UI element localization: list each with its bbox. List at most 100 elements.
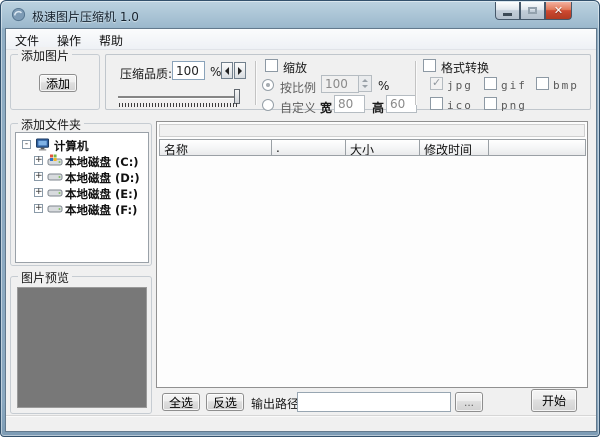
tree-item-label: 本地磁盘 (C:)	[65, 154, 139, 170]
format-bmp-label: bmp	[553, 79, 579, 92]
invert-select-button[interactable]: 反选	[206, 393, 244, 411]
scale-custom-radio[interactable]	[262, 99, 274, 111]
tree-item-drive-f[interactable]: + 本地磁盘 (F:)	[16, 201, 148, 217]
maximize-icon	[528, 7, 537, 14]
tree-item-drive-c[interactable]: + 本地磁盘 (C:)	[16, 153, 148, 169]
file-list: 名称 . 大小 修改时间	[156, 121, 588, 388]
tree-item-label: 本地磁盘 (F:)	[65, 202, 137, 218]
list-body	[159, 156, 585, 385]
scale-ratio-label: 按比例	[280, 79, 316, 96]
expand-icon[interactable]: +	[34, 156, 43, 165]
column-header-empty[interactable]	[488, 139, 586, 156]
column-header-modified[interactable]: 修改时间	[419, 139, 489, 156]
preview-group: 图片预览	[10, 276, 152, 414]
add-image-group-label: 添加图片	[18, 47, 72, 64]
quality-input[interactable]	[172, 61, 205, 80]
start-button[interactable]: 开始	[531, 389, 577, 412]
quality-slider-track	[118, 96, 239, 98]
preview-group-label: 图片预览	[18, 269, 72, 286]
format-bmp-checkbox[interactable]	[536, 77, 549, 90]
height-label: 高	[372, 99, 384, 116]
quality-decrease-button[interactable]	[221, 62, 233, 79]
expand-icon[interactable]: +	[34, 188, 43, 197]
tree-item-computer[interactable]: - 计算机	[16, 137, 148, 153]
width-input[interactable]	[334, 95, 365, 113]
settings-panel: 压缩品质: % 缩放 按比例 % 自定义 宽 高	[105, 54, 591, 110]
menu-file[interactable]: 文件	[6, 29, 48, 49]
close-icon: ✕	[554, 4, 563, 17]
browse-button[interactable]: ...	[455, 392, 483, 412]
quality-slider-thumb[interactable]	[234, 89, 240, 104]
scale-ratio-spinner[interactable]	[359, 75, 372, 92]
output-path-label: 输出路径:	[251, 395, 303, 412]
format-convert-label: 格式转换	[441, 59, 489, 76]
format-gif-checkbox[interactable]	[484, 77, 497, 90]
scale-custom-label: 自定义	[280, 99, 316, 116]
scale-ratio-unit: %	[378, 79, 389, 93]
column-header-dot[interactable]: .	[271, 139, 346, 156]
window-controls: ✕	[495, 2, 572, 20]
width-label: 宽	[320, 99, 332, 116]
tree-item-label: 本地磁盘 (E:)	[65, 186, 138, 202]
status-separator	[6, 415, 596, 416]
height-input[interactable]	[386, 95, 417, 113]
expand-icon[interactable]: +	[34, 172, 43, 181]
quality-label: 压缩品质:	[120, 65, 172, 82]
tree-item-drive-d[interactable]: + 本地磁盘 (D:)	[16, 169, 148, 185]
format-png-checkbox[interactable]	[484, 97, 497, 110]
format-png-label: png	[501, 99, 527, 112]
left-arrow-icon	[221, 67, 229, 75]
format-gif-label: gif	[501, 79, 527, 92]
client-area: 文件 操作 帮助 添加图片 添加 压缩品质: % 缩放 按比例	[5, 28, 597, 432]
maximize-button[interactable]	[520, 2, 545, 20]
format-jpg-label: jpg	[447, 79, 473, 92]
quality-unit: %	[210, 65, 221, 79]
tree-item-label: 本地磁盘 (D:)	[65, 170, 140, 186]
format-jpg-checkbox[interactable]	[430, 77, 443, 90]
drive-icon	[47, 202, 63, 215]
column-header-size[interactable]: 大小	[345, 139, 420, 156]
drive-icon	[47, 186, 63, 199]
menubar: 文件 操作 帮助	[6, 29, 596, 50]
titlebar[interactable]: 极速图片压缩机 1.0 ✕	[1, 1, 599, 28]
menu-help[interactable]: 帮助	[90, 29, 132, 49]
add-folder-group: 添加文件夹 - 计算机 + 本地磁盘 (C:) +	[10, 123, 152, 266]
format-convert-checkbox[interactable]	[423, 59, 436, 72]
column-header-name[interactable]: 名称	[159, 139, 272, 156]
close-button[interactable]: ✕	[545, 2, 572, 20]
minimize-button[interactable]	[495, 2, 520, 20]
app-icon	[11, 7, 26, 22]
folder-tree: - 计算机 + 本地磁盘 (C:) +	[15, 132, 149, 263]
menu-actions[interactable]: 操作	[48, 29, 90, 49]
list-header: 名称 . 大小 修改时间	[159, 139, 585, 156]
list-top-strip	[159, 124, 585, 137]
scale-ratio-input[interactable]	[321, 75, 359, 93]
scale-checkbox[interactable]	[265, 59, 278, 72]
scale-checkbox-label: 缩放	[283, 59, 307, 76]
scale-ratio-radio[interactable]	[262, 79, 274, 91]
collapse-icon[interactable]: -	[22, 140, 31, 149]
minimize-icon	[503, 13, 512, 16]
right-arrow-icon	[238, 67, 246, 75]
add-folder-group-label: 添加文件夹	[18, 116, 84, 133]
system-drive-icon	[47, 154, 63, 167]
format-ico-checkbox[interactable]	[430, 97, 443, 110]
add-image-group: 添加图片 添加	[10, 54, 100, 110]
tree-item-drive-e[interactable]: + 本地磁盘 (E:)	[16, 185, 148, 201]
window-title: 极速图片压缩机 1.0	[32, 8, 139, 25]
image-preview-area	[17, 287, 147, 408]
quality-slider-ticks	[119, 103, 239, 107]
computer-icon	[35, 138, 51, 151]
format-ico-label: ico	[447, 99, 473, 112]
tree-item-label: 计算机	[54, 138, 89, 154]
add-button[interactable]: 添加	[39, 74, 77, 92]
drive-icon	[47, 170, 63, 183]
divider	[415, 61, 416, 105]
output-path-input[interactable]	[297, 392, 451, 412]
divider	[255, 61, 256, 105]
app-window: 极速图片压缩机 1.0 ✕ 文件 操作 帮助 添加图片 添加 压缩品质: %	[0, 0, 600, 437]
expand-icon[interactable]: +	[34, 204, 43, 213]
select-all-button[interactable]: 全选	[162, 393, 200, 411]
quality-increase-button[interactable]	[234, 62, 246, 79]
spinner-down-icon	[359, 84, 371, 92]
